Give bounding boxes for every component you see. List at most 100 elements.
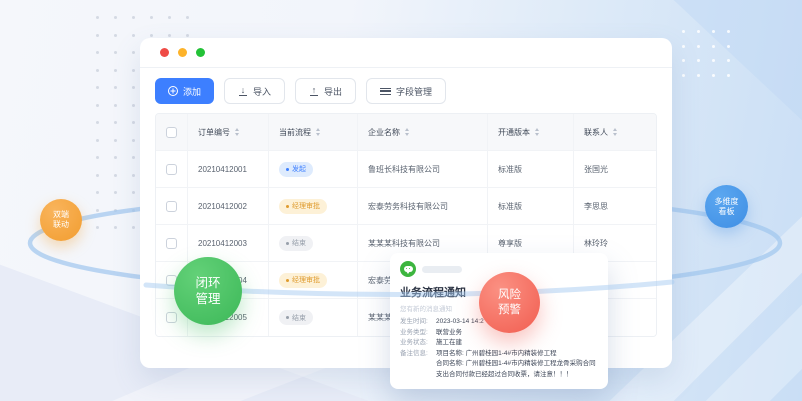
- add-button[interactable]: 添加: [155, 78, 214, 104]
- bubble-label-line: 多维度: [715, 197, 739, 207]
- notification-field: 备注信息:项目名称: 广州碧桂园1-4#市内精装修工程: [400, 349, 598, 360]
- sort-asc-icon: [535, 128, 539, 131]
- import-button-label: 导入: [253, 85, 271, 98]
- sort-desc-icon: [613, 133, 617, 136]
- bubble-label-line: 双端: [53, 210, 69, 220]
- flow-status-badge: 结束: [279, 236, 313, 251]
- sort-icon[interactable]: [316, 128, 320, 136]
- column-header: 订单编号: [188, 114, 269, 150]
- sort-desc-icon: [235, 133, 239, 136]
- notification-field-continued: 合同名称: 广州碧桂园1-4#市内精装修工程龙骨采购合同: [400, 359, 598, 370]
- sort-icon[interactable]: [405, 128, 409, 136]
- order-number-cell: 20210412002: [188, 188, 269, 224]
- traffic-light-close[interactable]: [160, 48, 169, 57]
- column-header: 联系人: [574, 114, 656, 150]
- field-label: 业务类型:: [400, 328, 436, 339]
- flow-cell: 经理审批: [269, 188, 358, 224]
- company-cell: 鲁班长科技有限公司: [358, 151, 488, 187]
- select-all-cell: [156, 114, 188, 150]
- notification-field-continued: 支出合同付款已经超过合同收票，请注意！！！: [400, 370, 598, 381]
- field-value: 支出合同付款已经超过合同收票，请注意！！！: [436, 370, 573, 381]
- feature-bubble-risk-alert: 风险预警: [479, 272, 540, 333]
- export-button-label: 导出: [324, 85, 342, 98]
- sort-desc-icon: [405, 133, 409, 136]
- sort-asc-icon: [405, 128, 409, 131]
- row-checkbox-cell: [156, 188, 188, 224]
- field-label: 备注信息:: [400, 349, 436, 360]
- sort-asc-icon: [613, 128, 617, 131]
- contact-cell: 张国光: [574, 151, 656, 187]
- wechat-icon: [400, 261, 416, 277]
- notification-field: 业务状态:施工在建: [400, 338, 598, 349]
- select-all-checkbox[interactable]: [166, 127, 177, 138]
- field-label: 业务状态:: [400, 338, 436, 349]
- sort-icon[interactable]: [613, 128, 617, 136]
- field-value: 2023-03-14 14:2: [436, 317, 484, 328]
- bubble-label-line: 看板: [719, 207, 735, 217]
- order-number-cell: 20210412001: [188, 151, 269, 187]
- flow-cell: 结束: [269, 299, 358, 336]
- feature-bubble-closed-loop: 闭环管理: [174, 257, 242, 325]
- field-label-spacer: [400, 359, 436, 370]
- traffic-light-minimize[interactable]: [178, 48, 187, 57]
- traffic-light-maximize[interactable]: [196, 48, 205, 57]
- row-checkbox[interactable]: [166, 201, 177, 212]
- bubble-label-line: 预警: [498, 303, 521, 318]
- export-icon: ↑: [309, 86, 319, 96]
- marketing-banner: 添加 ↓ 导入 ↑ 导出 字段管理 订单编号 当前流程 企业名称 开通版本 联系人 20…: [0, 0, 802, 401]
- column-header: 当前流程: [269, 114, 358, 150]
- field-value: 项目名称: 广州碧桂园1-4#市内精装修工程: [436, 349, 557, 360]
- column-header: 开通版本: [488, 114, 574, 150]
- toolbar: 添加 ↓ 导入 ↑ 导出 字段管理: [140, 68, 672, 110]
- flow-status-badge: 经理审批: [279, 273, 327, 288]
- sort-icon[interactable]: [535, 128, 539, 136]
- flow-status-badge: 结束: [279, 310, 313, 325]
- column-header-label: 当前流程: [279, 127, 311, 138]
- column-header: 企业名称: [358, 114, 488, 150]
- version-cell: 标准版: [488, 188, 574, 224]
- column-header-label: 订单编号: [198, 127, 230, 138]
- column-header-label: 联系人: [584, 127, 608, 138]
- field-value: 联营业务: [436, 328, 462, 339]
- sort-desc-icon: [535, 133, 539, 136]
- contact-cell: 李思思: [574, 188, 656, 224]
- row-checkbox[interactable]: [166, 312, 177, 323]
- flow-status-badge: 经理审批: [279, 199, 327, 214]
- row-checkbox[interactable]: [166, 238, 177, 249]
- sort-asc-icon: [235, 128, 239, 131]
- sort-icon[interactable]: [235, 128, 239, 136]
- sender-placeholder: [422, 266, 462, 273]
- sort-desc-icon: [316, 133, 320, 136]
- window-titlebar: [140, 38, 672, 68]
- feature-bubble-dual-link: 双端联动: [40, 199, 82, 241]
- add-button-label: 添加: [183, 85, 201, 98]
- export-button[interactable]: ↑ 导出: [295, 78, 356, 104]
- version-cell: 标准版: [488, 151, 574, 187]
- flow-cell: 结束: [269, 225, 358, 261]
- bubble-label-line: 管理: [195, 291, 220, 307]
- field-label: 发生时间:: [400, 317, 436, 328]
- table-row: 20210412002 经理审批 宏泰劳务科技有限公司标准版李思思: [156, 188, 656, 225]
- feature-bubble-dashboard: 多维度看板: [705, 185, 748, 228]
- flow-status-badge: 发起: [279, 162, 313, 177]
- bubble-label-line: 风险: [498, 288, 521, 303]
- flow-cell: 经理审批: [269, 262, 358, 298]
- company-cell: 宏泰劳务科技有限公司: [358, 188, 488, 224]
- field-value: 合同名称: 广州碧桂园1-4#市内精装修工程龙骨采购合同: [436, 359, 596, 370]
- bubble-label-line: 闭环: [195, 275, 220, 291]
- column-header-label: 开通版本: [498, 127, 530, 138]
- list-icon: [380, 88, 391, 95]
- field-management-button[interactable]: 字段管理: [366, 78, 446, 104]
- field-label-spacer: [400, 370, 436, 381]
- plus-icon: [168, 86, 178, 96]
- sort-asc-icon: [316, 128, 320, 131]
- field-value: 施工在建: [436, 338, 462, 349]
- order-number-cell: 20210412003: [188, 225, 269, 261]
- field-management-label: 字段管理: [396, 85, 432, 98]
- column-header-label: 企业名称: [368, 127, 400, 138]
- row-checkbox[interactable]: [166, 164, 177, 175]
- import-icon: ↓: [238, 86, 248, 96]
- import-button[interactable]: ↓ 导入: [224, 78, 285, 104]
- table-header-row: 订单编号 当前流程 企业名称 开通版本 联系人: [156, 114, 656, 151]
- bubble-label-line: 联动: [53, 220, 69, 230]
